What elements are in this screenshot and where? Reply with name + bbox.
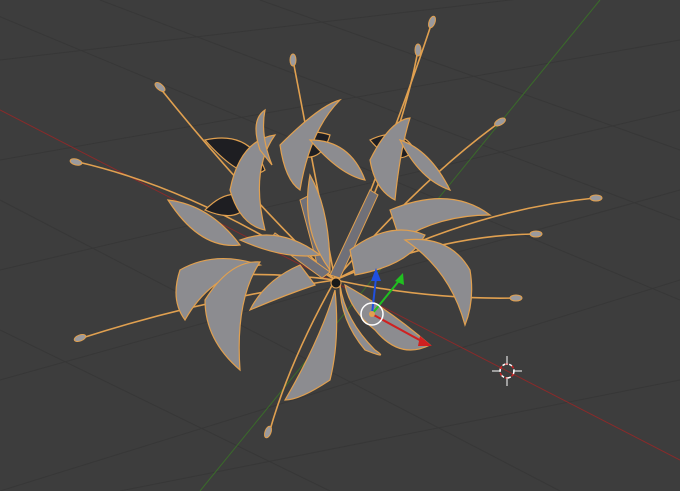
viewport-canvas[interactable]: [0, 0, 680, 491]
floor-grid: [0, 0, 680, 491]
gizmo-x-arrow-icon[interactable]: [418, 336, 432, 346]
3d-viewport[interactable]: [0, 0, 680, 491]
object-origin-icon: [369, 311, 375, 317]
